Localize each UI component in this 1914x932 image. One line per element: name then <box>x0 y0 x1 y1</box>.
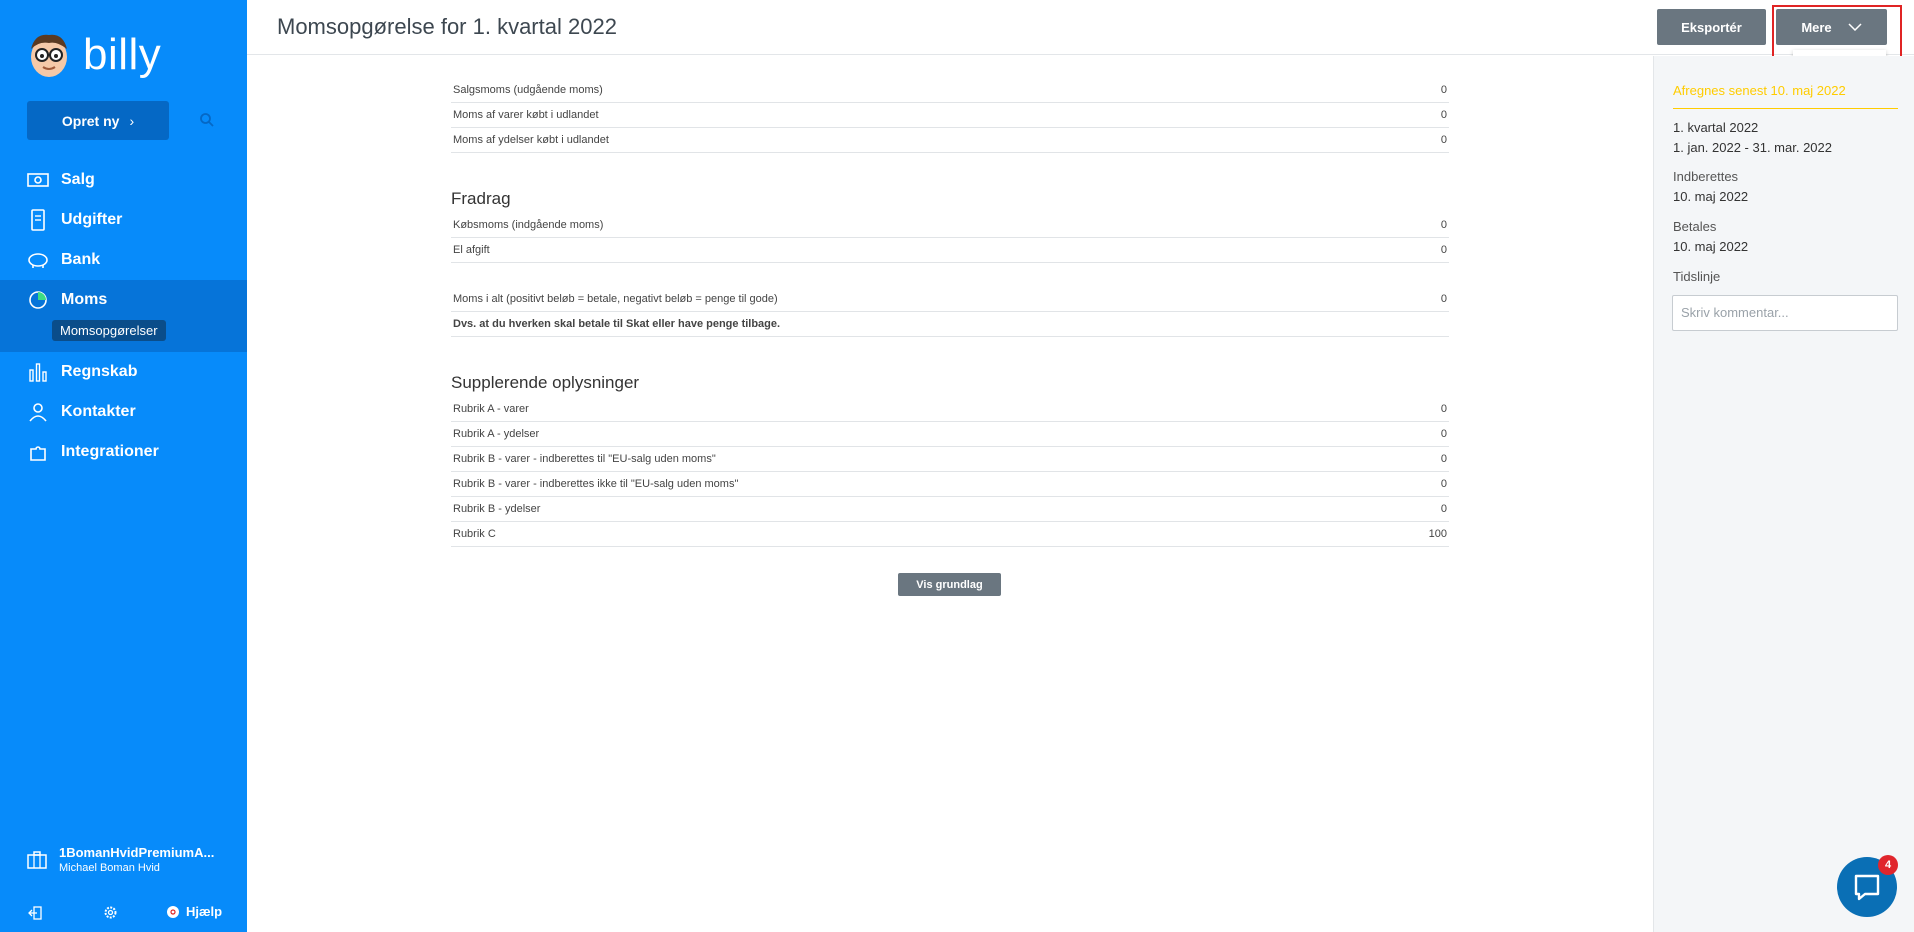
row-value: 0 <box>1440 219 1447 231</box>
lifebuoy-icon <box>166 905 180 919</box>
nav-label: Kontakter <box>61 403 136 420</box>
timeline-label: Tidslinje <box>1673 269 1721 284</box>
nav-label: Bank <box>61 251 101 268</box>
row-value: 0 <box>1440 428 1447 440</box>
organization-name: 1BomanHvidPremiumA... <box>59 845 215 860</box>
divider <box>1673 108 1898 109</box>
nav-label: Salg <box>61 171 95 188</box>
nav-label: Regnskab <box>61 363 138 380</box>
bar-chart-icon <box>27 361 49 383</box>
comment-input[interactable]: Skriv kommentar... <box>1672 295 1898 331</box>
nav-item-udgifter[interactable]: Udgifter <box>0 200 247 240</box>
report-date: 10. maj 2022 <box>1673 189 1749 204</box>
create-new-label: Opret ny <box>61 112 120 129</box>
pay-label: Betales <box>1673 219 1717 234</box>
row-label: Rubrik B - ydelser <box>453 503 541 515</box>
sidebar: billy Opret ny › Salg Udgifter Bank Moms… <box>0 0 247 932</box>
row-label: Købsmoms (indgående moms) <box>453 219 604 231</box>
section-title-deductions: Fradrag <box>451 189 511 208</box>
organization-icon <box>27 850 47 869</box>
row-value: 0 <box>1440 503 1447 515</box>
export-button[interactable]: Eksportér <box>1657 9 1766 45</box>
nav-group-moms: Moms Momsopgørelser <box>0 280 247 352</box>
period-range: 1. jan. 2022 - 31. mar. 2022 <box>1673 140 1832 155</box>
nav-label: Integrationer <box>61 443 159 460</box>
report-row: Rubrik B - varer - indberettes til "EU-s… <box>451 447 1449 472</box>
chat-icon <box>1853 873 1881 901</box>
deadline-text: Afregnes senest 10. maj 2022 <box>1673 83 1846 98</box>
row-label: El afgift <box>453 244 490 256</box>
row-label: Moms af varer købt i udlandet <box>453 109 599 121</box>
account-switcher[interactable]: 1BomanHvidPremiumA... Michael Boman Hvid <box>27 845 214 874</box>
row-value: 0 <box>1440 478 1447 490</box>
nav-item-regnskab[interactable]: Regnskab <box>0 352 247 392</box>
row-label: Rubrik A - varer <box>453 403 529 415</box>
report-row: Moms af ydelser købt i udlandet 0 <box>451 128 1449 153</box>
summary-row: Dvs. at du hverken skal betale til Skat … <box>451 312 1449 337</box>
pie-chart-icon <box>27 289 49 311</box>
period-info-panel: Afregnes senest 10. maj 2022 1. kvartal … <box>1653 56 1914 932</box>
row-label: Rubrik B - varer - indberettes ikke til … <box>453 478 739 490</box>
piggy-bank-icon <box>27 249 49 271</box>
nav-item-integrationer[interactable]: Integrationer <box>0 432 247 472</box>
row-label: Moms af ydelser købt i udlandet <box>453 134 609 146</box>
report-row: Rubrik A - varer 0 <box>451 397 1449 422</box>
brand-name: billy <box>83 30 162 79</box>
report-row: Salgsmoms (udgående moms) 0 <box>451 78 1449 103</box>
money-icon <box>27 169 49 191</box>
nav-label: Moms <box>61 291 108 308</box>
report-row: Rubrik A - ydelser 0 <box>451 422 1449 447</box>
chat-unread-badge: 4 <box>1878 855 1898 875</box>
logout-icon[interactable] <box>28 906 42 925</box>
row-label: Rubrik B - varer - indberettes til "EU-s… <box>453 453 716 465</box>
page-title: Momsopgørelse for 1. kvartal 2022 <box>277 14 617 39</box>
billy-logo[interactable]: billy <box>27 29 161 81</box>
billy-mascot-icon <box>27 31 71 79</box>
sidebar-subitem-momsopgoerelser[interactable]: Momsopgørelser <box>52 320 166 341</box>
settings-gear-icon[interactable] <box>103 905 118 925</box>
row-label: Rubrik A - ydelser <box>453 428 540 440</box>
row-label: Salgsmoms (udgående moms) <box>453 84 603 96</box>
report-row: Rubrik C 100 <box>451 522 1449 547</box>
section-title-supplementary: Supplerende oplysninger <box>451 373 640 392</box>
nav-label: Udgifter <box>61 211 123 228</box>
nav-item-bank[interactable]: Bank <box>0 240 247 280</box>
report-row: Rubrik B - varer - indberettes ikke til … <box>451 472 1449 497</box>
total-value: 0 <box>1440 293 1447 305</box>
nav-item-moms[interactable]: Moms <box>0 280 247 320</box>
vat-report: Salgsmoms (udgående moms) 0 Moms af varer… <box>451 78 1449 547</box>
receipt-icon <box>27 209 49 231</box>
pay-date: 10. maj 2022 <box>1673 239 1749 254</box>
row-value: 0 <box>1440 134 1447 146</box>
create-new-button[interactable]: Opret ny › <box>27 101 169 140</box>
nav-item-kontakter[interactable]: Kontakter <box>0 392 247 432</box>
period-name: 1. kvartal 2022 <box>1673 120 1759 135</box>
total-row: Moms i alt (positivt beløb = betale, neg… <box>451 287 1449 312</box>
row-value: 0 <box>1440 244 1447 256</box>
row-value: 0 <box>1440 109 1447 121</box>
report-label: Indberettes <box>1673 169 1739 184</box>
row-label: Rubrik C <box>453 528 496 540</box>
nav-item-salg[interactable]: Salg <box>0 160 247 200</box>
puzzle-icon <box>27 441 49 463</box>
report-row: Moms af varer købt i udlandet 0 <box>451 103 1449 128</box>
user-name: Michael Boman Hvid <box>59 862 160 874</box>
help-label: Hjælp <box>186 904 223 919</box>
main-navigation: Salg Udgifter Bank Moms Momsopgørelser R… <box>0 160 247 472</box>
report-row: Rubrik B - ydelser 0 <box>451 497 1449 522</box>
row-value: 0 <box>1440 403 1447 415</box>
search-icon[interactable] <box>199 112 215 128</box>
person-icon <box>27 401 49 423</box>
help-button[interactable]: Hjælp <box>166 904 222 919</box>
show-basis-button[interactable]: Vis grundlag <box>898 573 1001 596</box>
summary-text: Dvs. at du hverken skal betale til Skat … <box>453 318 781 330</box>
chevron-right-icon: › <box>129 112 135 129</box>
total-label: Moms i alt (positivt beløb = betale, neg… <box>453 293 778 305</box>
row-value: 100 <box>1428 528 1447 540</box>
report-row: Købsmoms (indgående moms) 0 <box>451 213 1449 238</box>
row-value: 0 <box>1440 453 1447 465</box>
report-row: El afgift 0 <box>451 238 1449 263</box>
row-value: 0 <box>1440 84 1447 96</box>
